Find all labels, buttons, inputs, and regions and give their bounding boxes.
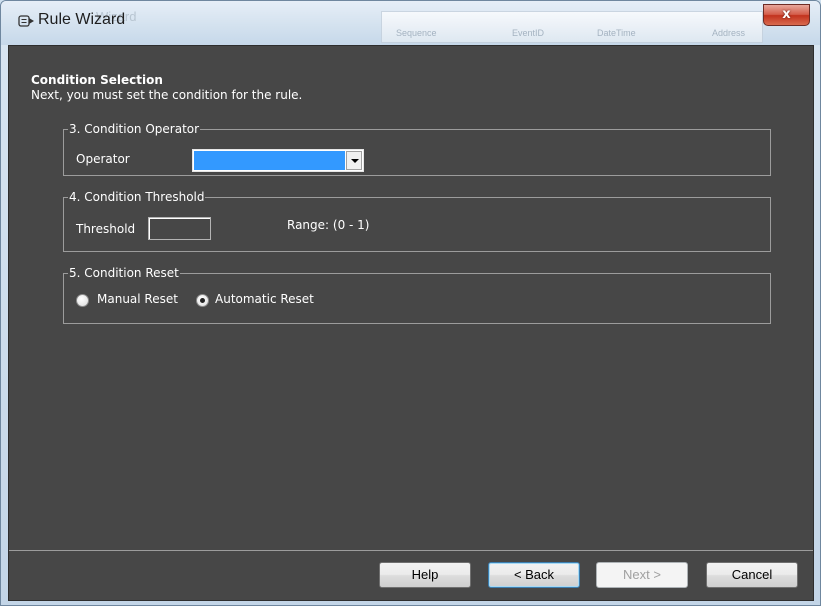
wizard-app-icon — [18, 13, 36, 29]
threshold-range-text: Range: (0 - 1) — [287, 218, 370, 232]
operator-selected-value — [194, 151, 345, 170]
rule-wizard-window: Sequence EventID DateTime Address Wizard… — [0, 0, 821, 606]
page-subtitle: Next, you must set the condition for the… — [31, 88, 303, 102]
next-button[interactable]: Next > — [596, 562, 688, 588]
operator-label: Operator — [76, 152, 130, 166]
condition-threshold-legend: 4. Condition Threshold — [68, 189, 206, 205]
ghost-column-3: DateTime — [597, 28, 636, 38]
automatic-reset-label[interactable]: Automatic Reset — [215, 292, 314, 306]
cancel-button[interactable]: Cancel — [706, 562, 798, 588]
manual-reset-label[interactable]: Manual Reset — [97, 292, 178, 306]
close-icon: x — [782, 7, 791, 22]
automatic-reset-radio[interactable] — [196, 294, 209, 307]
help-button[interactable]: Help — [379, 562, 471, 588]
chevron-down-icon[interactable] — [346, 151, 362, 170]
page-title: Condition Selection — [31, 73, 163, 87]
ghost-column-4: Address — [712, 28, 746, 38]
threshold-label: Threshold — [76, 222, 136, 236]
ghost-column-2: EventID — [512, 28, 545, 38]
window-title: Rule Wizard — [38, 11, 126, 28]
ghost-column-1: Sequence — [396, 28, 437, 38]
footer-divider — [9, 550, 813, 551]
title-bar[interactable]: Sequence EventID DateTime Address Wizard… — [1, 1, 820, 45]
condition-operator-legend: 3. Condition Operator — [68, 121, 201, 137]
back-button[interactable]: < Back — [488, 562, 580, 588]
manual-reset-radio[interactable] — [76, 294, 89, 307]
condition-reset-legend: 5. Condition Reset — [68, 265, 180, 281]
close-button[interactable]: x — [763, 4, 810, 26]
threshold-input[interactable] — [148, 217, 211, 240]
background-window-ghost: Sequence EventID DateTime Address — [381, 11, 763, 43]
operator-dropdown[interactable] — [192, 149, 364, 172]
condition-operator-group: 3. Condition Operator — [63, 121, 771, 176]
